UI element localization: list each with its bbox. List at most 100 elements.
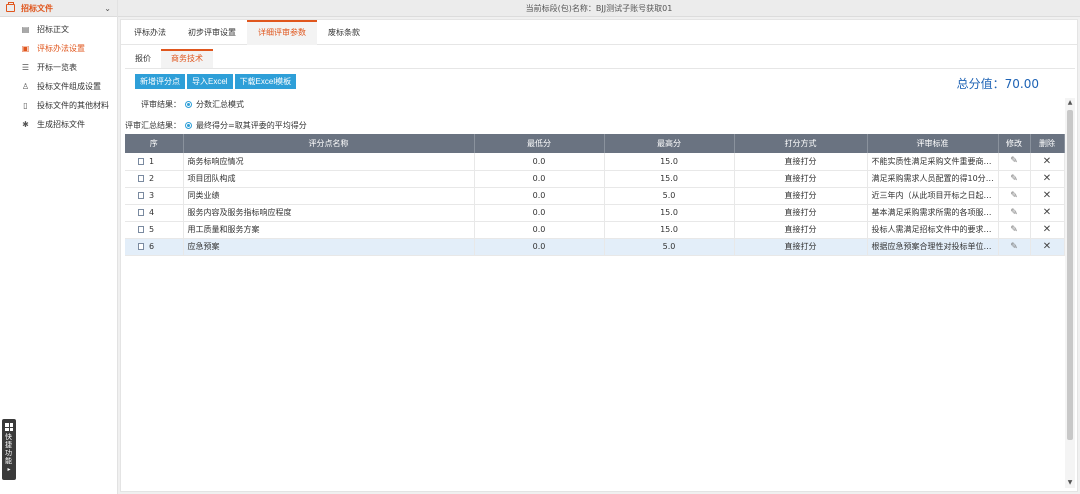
table-row[interactable]: 1 商务标响应情况 0.0 15.0 直接打分 不能实质性满足采购文件重要商务条… [125, 153, 1065, 171]
close-icon[interactable]: ✕ [1043, 224, 1051, 235]
pencil-icon[interactable]: ✎ [1010, 242, 1018, 252]
pencil-icon[interactable]: ✎ [1010, 174, 1018, 184]
document-icon [138, 243, 144, 250]
chevron-right-icon: ▸ [7, 466, 11, 473]
close-icon[interactable]: ✕ [1043, 241, 1051, 252]
delete-cell: ✕ [1030, 170, 1065, 188]
row-criteria: 投标人需满足招标文件中的要求得1… [867, 221, 999, 239]
sidebar-item-other-materials[interactable]: ▯ 投标文件的其他材料 [0, 96, 117, 115]
pencil-icon[interactable]: ✎ [1010, 156, 1018, 166]
close-icon[interactable]: ✕ [1043, 173, 1051, 184]
table-header-row: 序 评分点名称 最低分 最高分 打分方式 评审标准 修改 删除 [125, 134, 1065, 153]
grid-icon [5, 423, 13, 431]
row-name: 商务标响应情况 [183, 153, 475, 171]
close-icon[interactable]: ✕ [1043, 207, 1051, 218]
summary-result-radio[interactable] [185, 122, 192, 129]
delete-cell: ✕ [1030, 238, 1065, 256]
tab-evaluation-method[interactable]: 评标办法 [123, 20, 177, 45]
import-excel-button[interactable]: 导入Excel [187, 74, 233, 89]
row-criteria: 满足采购需求人员配置的得10分、… [867, 170, 999, 188]
table-row[interactable]: 2 项目团队构成 0.0 15.0 直接打分 满足采购需求人员配置的得10分、…… [125, 170, 1065, 188]
edit-cell: ✎ [998, 238, 1031, 256]
total-score: 总分值：70.00 [957, 75, 1039, 92]
quick-functions-button[interactable]: 快捷功能 ▸ [2, 419, 16, 480]
pencil-icon[interactable]: ✎ [1010, 191, 1018, 201]
calendar-icon: ▣ [21, 44, 30, 53]
sub-tabs: 报价 商务技术 [125, 49, 213, 68]
tab-preliminary-review[interactable]: 初步评审设置 [177, 20, 247, 45]
download-excel-template-button[interactable]: 下载Excel模板 [234, 74, 297, 89]
table-row[interactable]: 5 用工质量和服务方案 0.0 15.0 直接打分 投标人需满足招标文件中的要求… [125, 221, 1065, 239]
user-icon: ♙ [21, 82, 30, 91]
col-header-delete: 删除 [1030, 134, 1065, 153]
subtab-quotation[interactable]: 报价 [125, 49, 161, 68]
row-seq: 1 [125, 153, 184, 171]
document-icon [138, 209, 144, 216]
review-result-option: 分数汇总模式 [196, 100, 244, 109]
review-result-radio[interactable] [185, 101, 192, 108]
vertical-scrollbar[interactable]: ▲ ▼ [1065, 98, 1075, 488]
row-name: 同类业绩 [183, 187, 475, 205]
row-method: 直接打分 [734, 170, 868, 188]
tab-detailed-review[interactable]: 详细评审参数 [247, 20, 317, 45]
delete-cell: ✕ [1030, 204, 1065, 222]
sidebar-header[interactable]: 招标文件 ⌄ [0, 0, 117, 17]
edit-cell: ✎ [998, 170, 1031, 188]
add-scoring-point-button[interactable]: 新增评分点 [135, 74, 185, 89]
table-row[interactable]: 3 同类业绩 0.0 5.0 直接打分 近三年内（从此项目开标之日起前三… ✎ … [125, 187, 1065, 205]
tab-rejection-clauses[interactable]: 废标条款 [317, 20, 371, 45]
row-max: 5.0 [604, 238, 735, 256]
row-min: 0.0 [474, 153, 605, 171]
row-criteria: 根据应急预案合理性对投标单位进行… [867, 238, 999, 256]
row-name: 项目团队构成 [183, 170, 475, 188]
main-tabs: 评标办法 初步评审设置 详细评审参数 废标条款 [121, 20, 1077, 45]
document-icon [138, 157, 144, 165]
edit-cell: ✎ [998, 221, 1031, 239]
row-max: 15.0 [604, 170, 735, 188]
col-header-method: 打分方式 [734, 134, 868, 153]
row-seq: 4 [125, 204, 184, 222]
row-method: 直接打分 [734, 187, 868, 205]
summary-result-option: 最终得分=取其评委的平均得分 [196, 121, 307, 130]
close-icon[interactable]: ✕ [1043, 190, 1051, 201]
table-row[interactable]: 4 服务内容及服务指标响应程度 0.0 15.0 直接打分 基本满足采购需求所需… [125, 204, 1065, 222]
col-header-seq: 序 [125, 134, 184, 153]
row-min: 0.0 [474, 204, 605, 222]
row-min: 0.0 [474, 187, 605, 205]
row-seq-number: 6 [149, 242, 155, 251]
toolbar: 新增评分点 导入Excel 下载Excel模板 [135, 74, 297, 89]
pencil-icon[interactable]: ✎ [1010, 225, 1018, 235]
row-max: 5.0 [604, 187, 735, 205]
row-seq-number: 2 [149, 174, 155, 183]
row-min: 0.0 [474, 221, 605, 239]
sidebar-menu: ▤ 招标正文 ▣ 评标办法设置 ☰ 开标一览表 ♙ 投标文件组成设置 ▯ 投标文… [0, 17, 117, 134]
close-icon[interactable]: ✕ [1043, 156, 1051, 167]
scroll-down-icon[interactable]: ▼ [1065, 478, 1075, 488]
subtab-business-technical[interactable]: 商务技术 [161, 49, 213, 68]
row-name: 用工质量和服务方案 [183, 221, 475, 239]
sidebar-item-label: 招标正文 [37, 25, 69, 34]
book-icon: ▤ [21, 25, 30, 34]
sidebar-item-evaluation-method[interactable]: ▣ 评标办法设置 [0, 39, 117, 58]
scrollbar-thumb[interactable] [1067, 110, 1073, 440]
row-min: 0.0 [474, 170, 605, 188]
row-max: 15.0 [604, 153, 735, 171]
table-row-selected[interactable]: 6 应急预案 0.0 5.0 直接打分 根据应急预案合理性对投标单位进行… ✎ … [125, 238, 1065, 256]
sidebar-item-tender-text[interactable]: ▤ 招标正文 [0, 20, 117, 39]
row-seq-number: 5 [149, 225, 155, 234]
sidebar-item-generate-tender[interactable]: ✱ 生成招标文件 [0, 115, 117, 134]
review-result-row: 评审结果： 分数汇总模式 [141, 99, 244, 110]
document-icon [138, 226, 144, 233]
scroll-up-icon[interactable]: ▲ [1065, 98, 1075, 108]
pencil-icon[interactable]: ✎ [1010, 208, 1018, 218]
quick-functions-label: 快捷功能 [5, 433, 12, 465]
sidebar-item-label: 评标办法设置 [37, 44, 85, 53]
sidebar-item-bid-composition[interactable]: ♙ 投标文件组成设置 [0, 77, 117, 96]
divider [125, 68, 1075, 69]
col-header-max: 最高分 [604, 134, 735, 153]
summary-result-row: 评审汇总结果： 最终得分=取其评委的平均得分 [125, 120, 307, 131]
sidebar-item-opening-list[interactable]: ☰ 开标一览表 [0, 58, 117, 77]
current-section-text: 当前标段(包)名称：BJJ测试子账号获取01 [525, 3, 673, 13]
col-header-min: 最低分 [474, 134, 605, 153]
chevron-down-icon[interactable]: ⌄ [104, 4, 111, 13]
